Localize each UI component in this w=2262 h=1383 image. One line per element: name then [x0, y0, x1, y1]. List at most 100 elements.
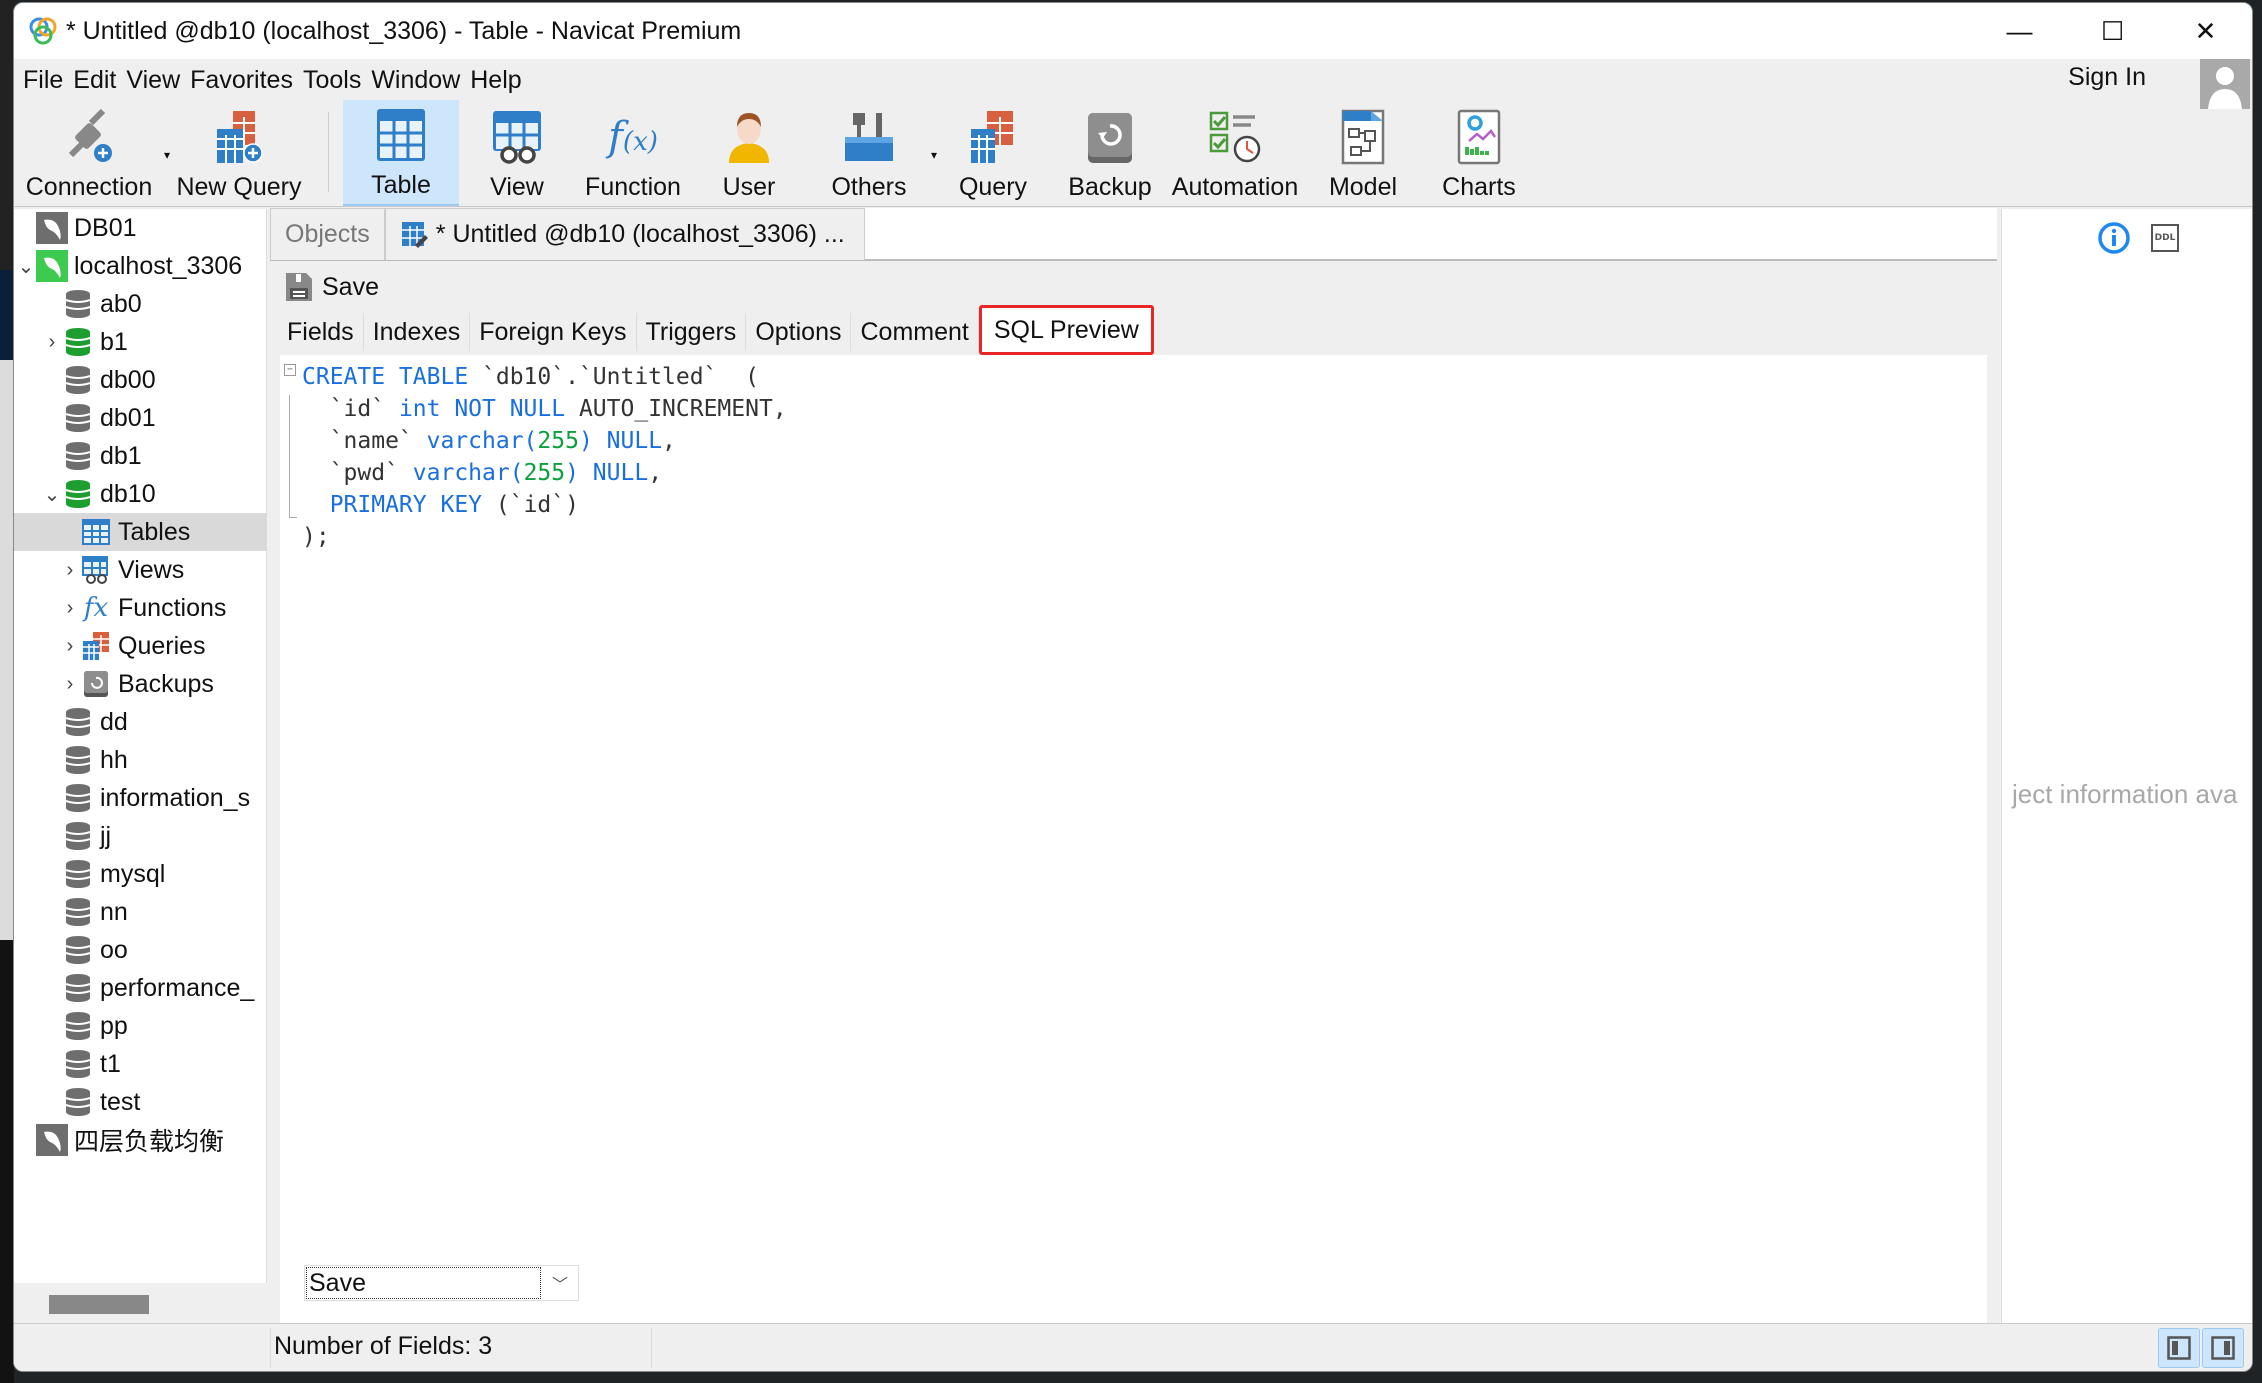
- tab-objects[interactable]: Objects: [270, 208, 385, 260]
- menu-tools[interactable]: Tools: [299, 66, 367, 95]
- tree-item-label: nn: [100, 897, 128, 926]
- chevron-down-icon[interactable]: ⌄: [42, 482, 62, 507]
- no-object-info-message: ject information ava: [2012, 779, 2238, 809]
- scrollbar-thumb[interactable]: [49, 1295, 149, 1314]
- tree-item-database[interactable]: hh: [14, 741, 266, 779]
- tree-item-label: db1: [100, 441, 142, 470]
- views-icon: [80, 554, 112, 586]
- sql-text: ,: [648, 460, 663, 486]
- info-icon[interactable]: [2097, 221, 2131, 255]
- tree-item-database[interactable]: db01: [14, 399, 266, 437]
- toolbar-user-button[interactable]: User: [691, 100, 807, 206]
- tab-label: * Untitled @db10 (localhost_3306) ...: [435, 220, 845, 248]
- minimize-button[interactable]: —: [1973, 3, 2066, 59]
- mysql-connection-icon: [36, 212, 68, 244]
- toolbar-table-button[interactable]: Table: [343, 100, 459, 206]
- menu-window[interactable]: Window: [367, 66, 466, 95]
- charts-icon: [1457, 109, 1501, 165]
- chevron-down-icon[interactable]: ⌄: [16, 254, 36, 279]
- tree-item-backups[interactable]: › Backups: [14, 665, 266, 703]
- tree-item-database[interactable]: t1: [14, 1045, 266, 1083]
- tree-item-connection[interactable]: 四层负载均衡: [14, 1121, 266, 1159]
- tree-item-connection[interactable]: ⌄ localhost_3306: [14, 247, 266, 285]
- menu-help[interactable]: Help: [466, 66, 527, 95]
- right-pane-icon: [2211, 1336, 2235, 1360]
- tree-item-database[interactable]: oo: [14, 931, 266, 969]
- tab-comment[interactable]: Comment: [851, 313, 979, 351]
- tree-item-database[interactable]: performance_: [14, 969, 266, 1007]
- tab-foreign-keys[interactable]: Foreign Keys: [470, 313, 637, 351]
- sql-text: AUTO_INCREMENT,: [578, 396, 787, 422]
- ddl-icon[interactable]: DDL: [2151, 224, 2179, 252]
- toolbar-charts-button[interactable]: Charts: [1421, 100, 1537, 206]
- tree-item-label: test: [100, 1087, 141, 1116]
- tree-horizontal-scrollbar[interactable]: [14, 1283, 267, 1323]
- tab-untitled-table[interactable]: * Untitled @db10 (localhost_3306) ...: [384, 208, 865, 260]
- tree-item-tables[interactable]: Tables: [14, 513, 266, 551]
- tree-item-database[interactable]: ⌄ db10: [14, 475, 266, 513]
- sign-in-link[interactable]: Sign In: [2068, 63, 2146, 92]
- toolbar-backup-button[interactable]: Backup: [1055, 100, 1165, 206]
- tab-indexes[interactable]: Indexes: [363, 313, 471, 351]
- toolbar-model-button[interactable]: Model: [1305, 100, 1421, 206]
- toolbar-label: User: [722, 173, 776, 201]
- toolbar-label: Table: [371, 171, 431, 199]
- maximize-button[interactable]: ☐: [2066, 3, 2159, 59]
- tab-options[interactable]: Options: [746, 313, 852, 351]
- tree-item-label: information_s: [100, 783, 251, 812]
- sql-preview-editor[interactable]: − CREATE TABLE `db10`.`Untitled` ( `id` …: [280, 355, 1987, 1247]
- chevron-down-icon[interactable]: ﹀: [542, 1271, 578, 1295]
- tree-item-connection[interactable]: DB01: [14, 209, 266, 247]
- toolbar-function-button[interactable]: f(x) Function: [575, 100, 691, 206]
- tree-item-database[interactable]: information_s: [14, 779, 266, 817]
- tree-item-database[interactable]: nn: [14, 893, 266, 931]
- sql-line: );: [280, 521, 1987, 553]
- functions-icon: fx: [83, 593, 109, 623]
- toolbar-query-button[interactable]: Query: [931, 100, 1055, 206]
- chevron-right-icon[interactable]: ›: [42, 331, 62, 354]
- menu-view[interactable]: View: [122, 66, 186, 95]
- toggle-right-pane-button[interactable]: [2202, 1328, 2244, 1368]
- toolbar-label: Function: [585, 173, 681, 201]
- tree-item-database[interactable]: db00: [14, 361, 266, 399]
- chevron-right-icon[interactable]: ›: [60, 597, 80, 620]
- sql-text: (`id`): [495, 492, 579, 518]
- tab-triggers[interactable]: Triggers: [636, 313, 747, 351]
- tree-item-label: Tables: [118, 517, 191, 546]
- toolbar-view-button[interactable]: View: [459, 100, 575, 206]
- tree-item-queries[interactable]: › Queries: [14, 627, 266, 665]
- toolbar-connection-button[interactable]: Connection ▾: [14, 100, 170, 206]
- tree-item-views[interactable]: › Views: [14, 551, 266, 589]
- tree-item-functions[interactable]: › fx Functions: [14, 589, 266, 627]
- tree-item-database[interactable]: dd: [14, 703, 266, 741]
- sql-line: `name` varchar(255) NULL,: [280, 425, 1987, 457]
- chevron-right-icon[interactable]: ›: [60, 673, 80, 696]
- tree-item-label: oo: [100, 935, 128, 964]
- sql-line: `id` int NOT NULL AUTO_INCREMENT,: [280, 393, 1987, 425]
- tree-item-database[interactable]: › b1: [14, 323, 266, 361]
- toolbar-separator: [328, 112, 329, 192]
- toggle-left-pane-button[interactable]: [2158, 1328, 2200, 1368]
- tree-item-database[interactable]: mysql: [14, 855, 266, 893]
- menu-favorites[interactable]: Favorites: [186, 66, 299, 95]
- queries-icon: [80, 630, 112, 662]
- toolbar-new-query-button[interactable]: New Query: [164, 100, 314, 206]
- tab-fields[interactable]: Fields: [278, 313, 364, 351]
- save-button[interactable]: Save: [284, 271, 379, 303]
- tree-item-database[interactable]: pp: [14, 1007, 266, 1045]
- menu-edit[interactable]: Edit: [69, 66, 122, 95]
- toolbar-automation-button[interactable]: Automation: [1165, 100, 1305, 206]
- tree-item-database[interactable]: jj: [14, 817, 266, 855]
- tree-item-database[interactable]: test: [14, 1083, 266, 1121]
- sql-text: );: [302, 524, 330, 550]
- tree-item-database[interactable]: ab0: [14, 285, 266, 323]
- chevron-right-icon[interactable]: ›: [60, 559, 80, 582]
- close-button[interactable]: ✕: [2159, 3, 2252, 59]
- menu-file[interactable]: File: [19, 66, 69, 95]
- field-count: Number of Fields: 3: [274, 1332, 493, 1360]
- save-mode-select[interactable]: Save ﹀: [304, 1265, 579, 1301]
- tree-item-database[interactable]: db1: [14, 437, 266, 475]
- toolbar-others-button[interactable]: Others ▾: [807, 100, 937, 206]
- chevron-right-icon[interactable]: ›: [60, 635, 80, 658]
- tab-sql-preview[interactable]: SQL Preview: [978, 305, 1154, 355]
